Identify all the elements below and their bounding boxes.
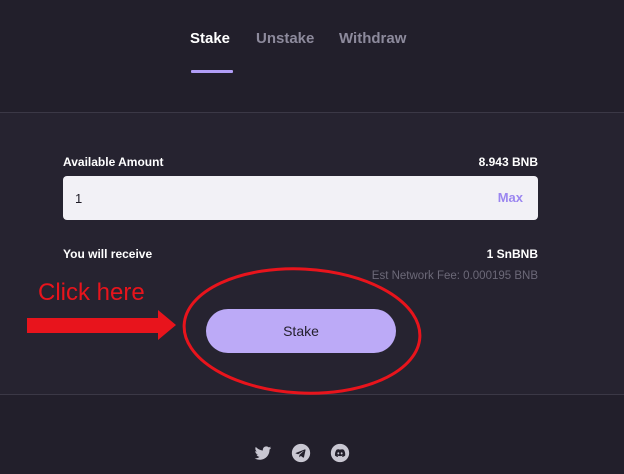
available-amount-value: 8.943 BNB: [478, 155, 538, 169]
staking-page: Stake Unstake Withdraw Available Amount …: [0, 0, 624, 474]
network-fee-text: Est Network Fee: 0.000195 BNB: [371, 270, 538, 282]
footer: [0, 394, 624, 474]
receive-value: 1 SnBNB: [486, 247, 538, 261]
arrow-head: [158, 310, 176, 340]
active-tab-indicator: [191, 70, 233, 73]
tab-unstake[interactable]: Unstake: [256, 30, 314, 47]
receive-label: You will receive: [63, 247, 153, 261]
tab-header: Stake Unstake Withdraw: [0, 0, 624, 113]
telegram-icon[interactable]: [291, 443, 311, 463]
max-button[interactable]: Max: [498, 190, 523, 205]
tab-stake[interactable]: Stake: [190, 30, 230, 47]
stake-button[interactable]: Stake: [206, 309, 396, 353]
arrow-shaft: [27, 318, 160, 333]
discord-icon[interactable]: [330, 443, 350, 463]
amount-input[interactable]: [63, 176, 463, 220]
amount-field: Max: [63, 176, 538, 220]
available-amount-label: Available Amount: [63, 155, 164, 169]
twitter-icon[interactable]: [253, 443, 273, 463]
tab-withdraw[interactable]: Withdraw: [339, 30, 406, 47]
click-here-annotation: Click here: [38, 279, 145, 306]
